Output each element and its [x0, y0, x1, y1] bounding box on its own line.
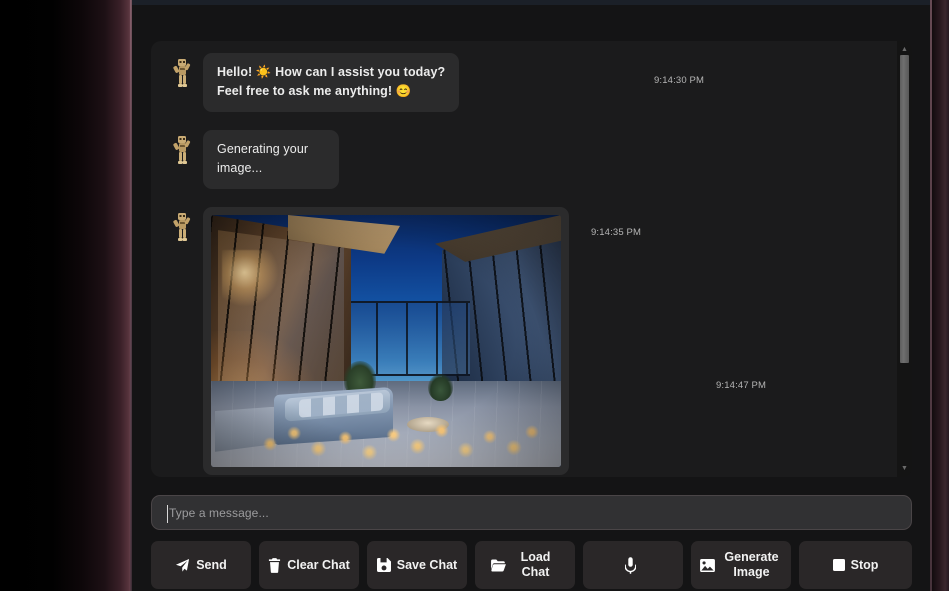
load-chat-button-label: Load Chat [520, 550, 551, 579]
robot-avatar-icon [169, 211, 195, 245]
load-chat-button[interactable]: Load Chat [475, 541, 575, 589]
chat-message-row: Hello! ☀️ How can I assist you today? Fe… [151, 53, 897, 112]
generate-image-button-label: Generate Image [724, 550, 779, 579]
floppy-disk-icon [376, 558, 391, 572]
chat-message-row: Generating your image... 9:14:35 PM [151, 130, 897, 238]
robot-avatar-icon [169, 134, 195, 168]
generate-image-button[interactable]: Generate Image [691, 541, 791, 589]
image-icon [699, 558, 715, 572]
message-text: How can I assist you today? [275, 65, 446, 79]
folder-open-icon [490, 559, 506, 572]
chat-scroll-area[interactable]: Hello! ☀️ How can I assist you today? Fe… [151, 41, 897, 477]
send-button-label: Send [196, 557, 227, 572]
message-text: Hello! [217, 65, 253, 79]
robot-avatar-icon [169, 57, 195, 91]
microphone-button[interactable] [583, 541, 683, 589]
image-vignette [211, 215, 561, 467]
window-right-edge-accent [930, 0, 932, 591]
scroll-up-arrow-icon[interactable]: ▲ [899, 44, 910, 55]
sun-emoji-icon: ☀️ [255, 65, 272, 79]
desktop-right-area [930, 0, 949, 591]
smiling-face-emoji-icon: 😊 [395, 84, 412, 98]
action-button-row: Send Clear Chat Save Chat Load Chat Gene… [151, 541, 912, 589]
message-timestamp: 9:14:47 PM [716, 380, 767, 391]
message-line-2: Feel free to ask me anything! 😊 [217, 82, 445, 101]
stop-square-icon [832, 559, 845, 571]
message-input-wrapper[interactable]: Type a message... [151, 495, 912, 530]
text-caret [167, 505, 168, 523]
screen: Hello! ☀️ How can I assist you today? Fe… [0, 0, 949, 591]
chat-scrollbar[interactable]: ▲ ▼ [897, 41, 912, 477]
desktop-left-area [0, 0, 131, 591]
message-text: Generating your image... [217, 142, 309, 175]
clear-chat-button-label: Clear Chat [287, 557, 350, 572]
clear-chat-button[interactable]: Clear Chat [259, 541, 359, 589]
chat-app-window: Hello! ☀️ How can I assist you today? Fe… [132, 0, 930, 591]
scroll-down-arrow-icon[interactable]: ▼ [899, 463, 910, 474]
message-input-placeholder: Type a message... [169, 505, 269, 520]
message-bubble: Hello! ☀️ How can I assist you today? Fe… [203, 53, 459, 112]
send-button[interactable]: Send [151, 541, 251, 589]
composer: Type a message... Send Clear Chat Save C… [151, 495, 912, 589]
save-chat-button[interactable]: Save Chat [367, 541, 467, 589]
stop-button-label: Stop [850, 557, 879, 572]
chat-transcript-panel[interactable]: Hello! ☀️ How can I assist you today? Fe… [151, 41, 912, 477]
generated-image-bubble[interactable] [203, 207, 569, 475]
chat-message-row: 9:14:47 PM [151, 207, 897, 475]
trash-icon [268, 557, 281, 573]
message-timestamp: 9:14:30 PM [654, 75, 705, 86]
message-bubble: Generating your image... [203, 130, 339, 189]
message-text: Feel free to ask me anything! [217, 84, 393, 98]
paper-plane-icon [175, 558, 190, 573]
stop-button[interactable]: Stop [799, 541, 912, 589]
message-line-1: Hello! ☀️ How can I assist you today? [217, 63, 445, 82]
scrollbar-thumb[interactable] [900, 55, 909, 363]
save-chat-button-label: Save Chat [396, 557, 458, 572]
generated-image[interactable] [211, 215, 561, 467]
app-body: Hello! ☀️ How can I assist you today? Fe… [132, 5, 930, 591]
microphone-icon [624, 556, 636, 574]
